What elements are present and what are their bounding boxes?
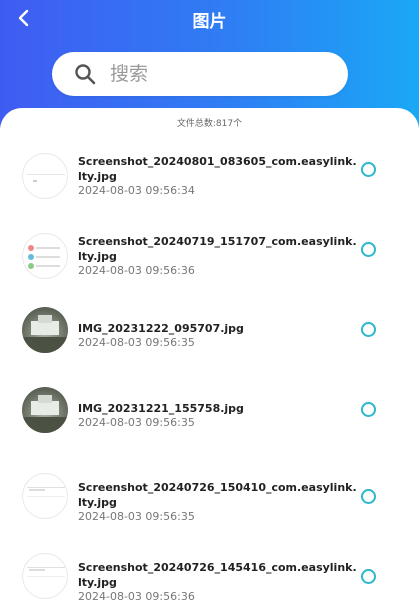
file-time: 2024-08-03 09:56:35 xyxy=(78,416,195,429)
list-item[interactable]: Screenshot_20240726_150410_com.easylink.… xyxy=(0,462,419,542)
select-radio[interactable] xyxy=(361,489,376,504)
select-radio[interactable] xyxy=(361,242,376,257)
file-name: IMG_20231221_155758.jpg xyxy=(78,402,244,415)
list-item[interactable]: IMG_20231222_095707.jpg 2024-08-03 09:56… xyxy=(0,302,419,382)
file-thumbnail xyxy=(22,553,68,599)
file-thumbnail xyxy=(22,153,68,199)
select-radio[interactable] xyxy=(361,569,376,584)
search-bar[interactable] xyxy=(52,52,348,96)
file-name: Screenshot_20240726_150410_com.easylink.… xyxy=(78,481,357,509)
select-radio[interactable] xyxy=(361,162,376,177)
file-thumbnail xyxy=(22,307,68,353)
list-item[interactable]: IMG_20231221_155758.jpg 2024-08-03 09:56… xyxy=(0,382,419,462)
select-radio[interactable] xyxy=(361,322,376,337)
search-input[interactable] xyxy=(110,63,310,85)
file-name: IMG_20231222_095707.jpg xyxy=(78,322,244,335)
search-icon xyxy=(75,64,96,85)
file-time: 2024-08-03 09:56:35 xyxy=(78,510,195,523)
list-item[interactable]: Screenshot_20240726_145416_com.easylink.… xyxy=(0,542,419,607)
list-item[interactable]: Screenshot_20240801_083605_com.easylink.… xyxy=(0,142,419,222)
file-name: Screenshot_20240801_083605_com.easylink.… xyxy=(78,155,357,183)
file-time: 2024-08-03 09:56:34 xyxy=(78,184,195,197)
file-time: 2024-08-03 09:56:35 xyxy=(78,336,195,349)
file-time: 2024-08-03 09:56:36 xyxy=(78,264,195,277)
file-thumbnail xyxy=(22,473,68,519)
file-count: 文件总数:817个 xyxy=(176,119,243,129)
file-time: 2024-08-03 09:56:36 xyxy=(78,590,195,603)
file-list-panel: 文件总数:817个 Screenshot_20240801_083605_com… xyxy=(0,108,419,607)
list-item[interactable]: Screenshot_20240719_151707_com.easylink.… xyxy=(0,222,419,302)
file-thumbnail xyxy=(22,233,68,279)
page-title: 图片 xyxy=(192,12,227,32)
file-thumbnail xyxy=(22,387,68,433)
file-name: Screenshot_20240726_145416_com.easylink.… xyxy=(78,561,357,589)
file-name: Screenshot_20240719_151707_com.easylink.… xyxy=(78,235,357,263)
select-radio[interactable] xyxy=(361,402,376,417)
